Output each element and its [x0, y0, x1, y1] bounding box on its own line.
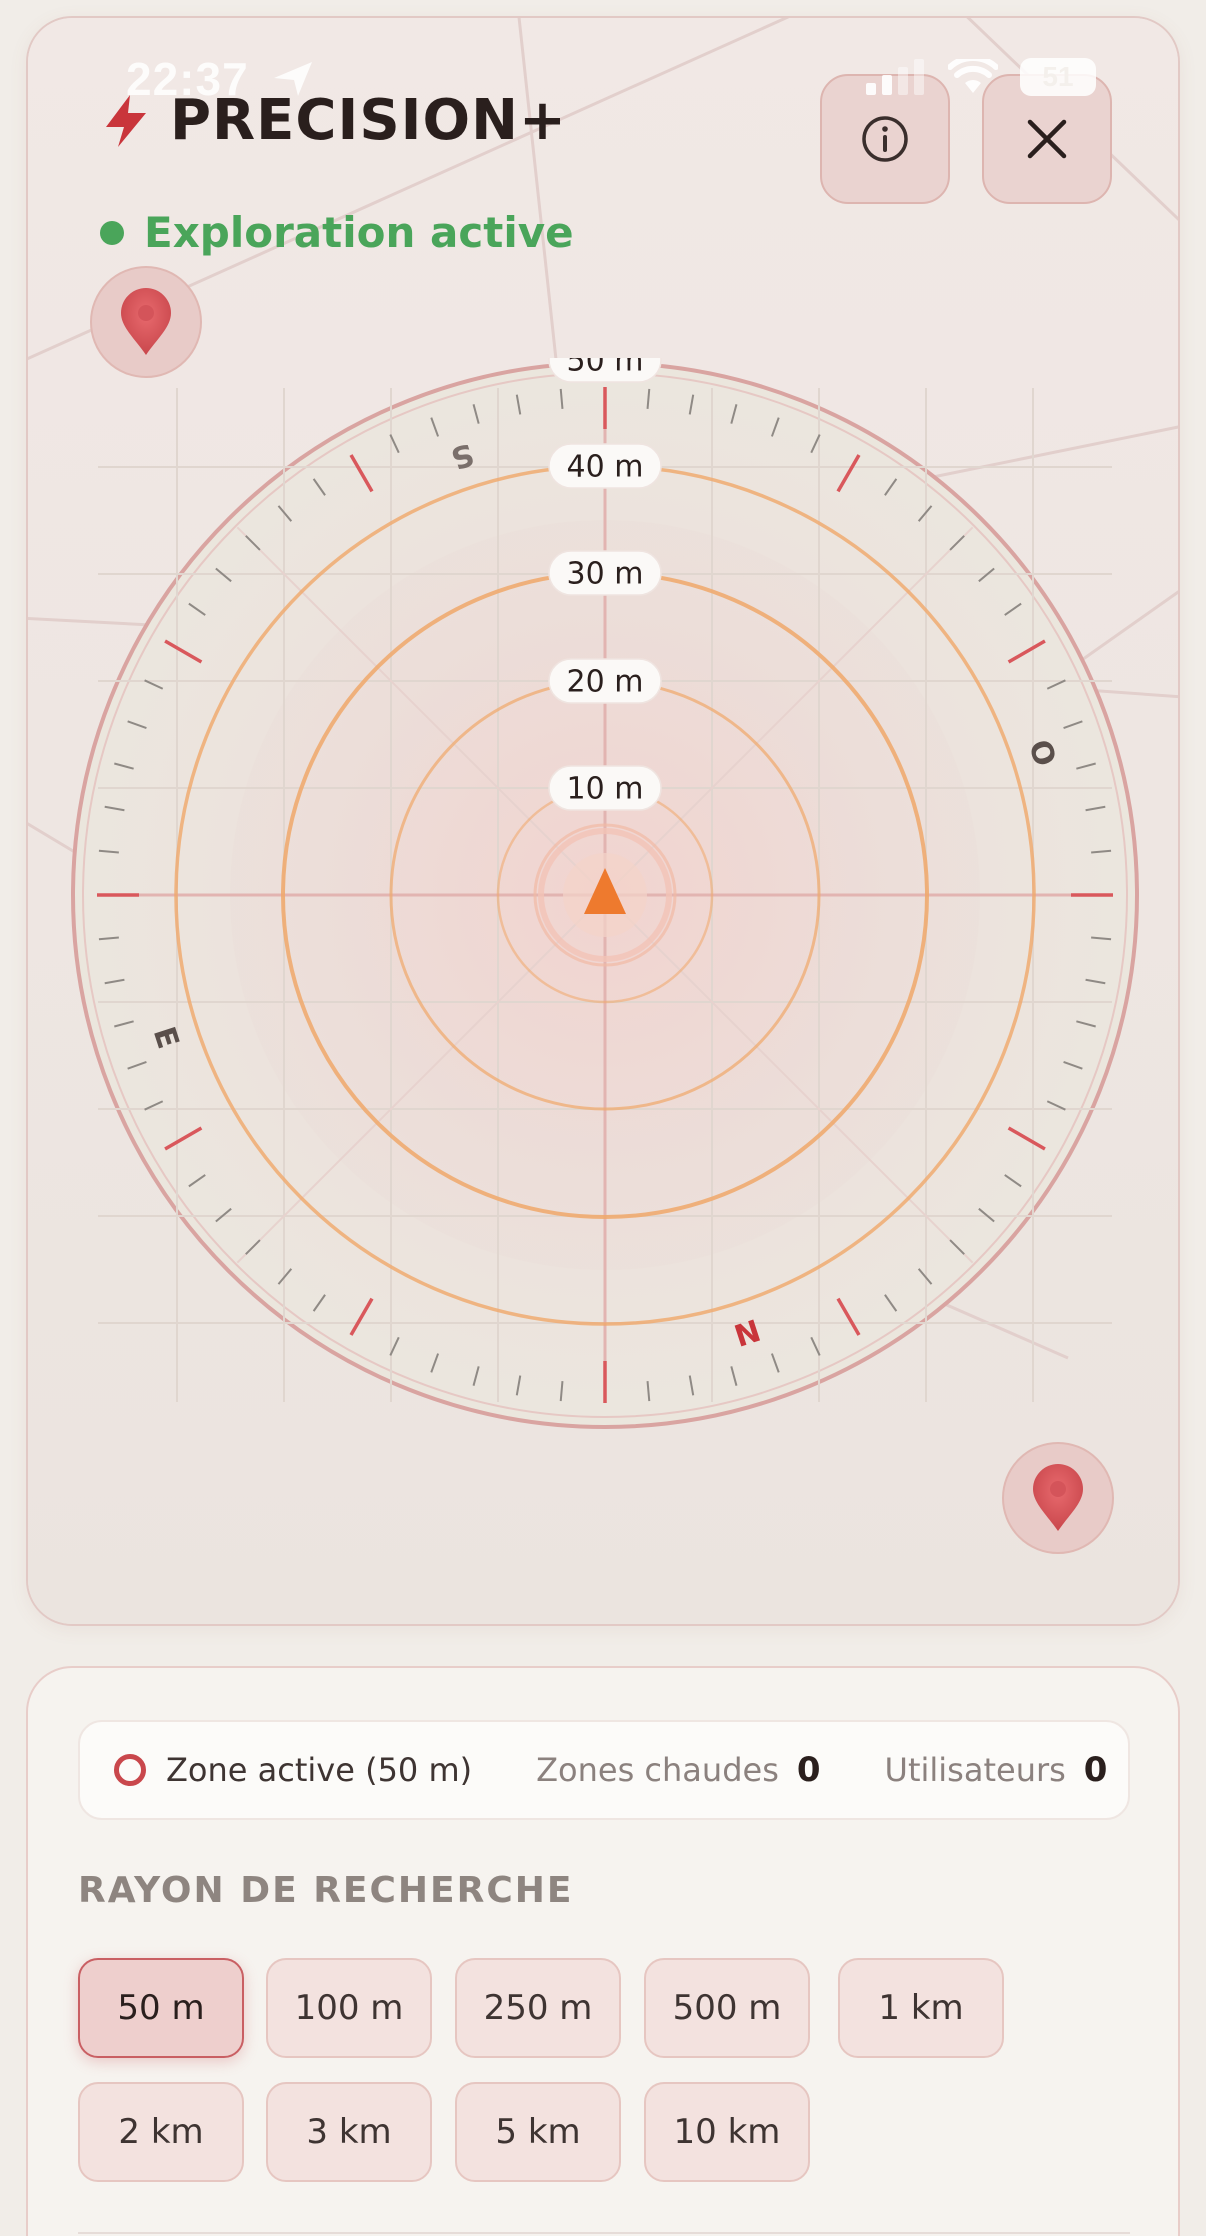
info-button[interactable]	[820, 74, 950, 204]
hot-zones-value: 0	[796, 1750, 821, 1790]
stat-hot-zones: Zones chaudes 0	[536, 1750, 820, 1790]
users-label: Utilisateurs	[884, 1751, 1066, 1789]
map-card[interactable]: PRECISION+ Exploration active N S E O 10…	[26, 16, 1180, 1626]
hot-zones-label: Zones chaudes	[536, 1751, 779, 1789]
status-dot	[100, 220, 124, 245]
app-title: PRECISION+	[170, 88, 567, 153]
svg-text:20 m: 20 m	[567, 665, 644, 700]
ring-label: 30 m	[548, 550, 662, 596]
panel-divider	[78, 2232, 1130, 2234]
stat-zone-active: Zone active (50 m)	[114, 1751, 472, 1789]
close-icon	[1027, 119, 1067, 159]
ring-label: 50 m	[548, 358, 662, 383]
radius-option-1km[interactable]: 1 km	[838, 1958, 1004, 2058]
radius-option-5km[interactable]: 5 km	[455, 2082, 621, 2182]
svg-text:10 m: 10 m	[567, 772, 644, 807]
svg-text:50 m: 50 m	[567, 358, 644, 379]
zone-ring-icon	[114, 1754, 146, 1786]
radius-option-250m[interactable]: 250 m	[455, 1958, 621, 2058]
zone-active-label: Zone active (50 m)	[166, 1751, 473, 1789]
info-icon	[862, 116, 908, 162]
radius-option-500m[interactable]: 500 m	[644, 1958, 810, 2058]
ring-label: 10 m	[548, 765, 662, 811]
stats-bar: Zone active (50 m) Zones chaudes 0 Utili…	[78, 1720, 1130, 1820]
close-button[interactable]	[982, 74, 1112, 204]
search-radius-title: RAYON DE RECHERCHE	[78, 1870, 574, 1911]
svg-text:30 m: 30 m	[567, 557, 644, 592]
radius-option-10km[interactable]: 10 km	[644, 2082, 810, 2182]
users-value: 0	[1083, 1750, 1108, 1790]
lightning-icon	[106, 94, 146, 147]
map-pin-icon	[121, 288, 171, 355]
exploration-status: Exploration active	[100, 208, 574, 257]
svg-text:40 m: 40 m	[567, 450, 644, 485]
ring-label: 40 m	[548, 443, 662, 489]
status-text: Exploration active	[144, 208, 574, 257]
ring-label: 20 m	[548, 658, 662, 704]
radar-compass[interactable]: NSEO 10 m20 m30 m40 m50 m	[68, 358, 1142, 1432]
radius-option-100m[interactable]: 100 m	[266, 1958, 432, 2058]
map-pin-icon	[1033, 1464, 1083, 1531]
radius-option-50m[interactable]: 50 m	[78, 1958, 244, 2058]
map-pin-top-left[interactable]	[90, 266, 202, 378]
map-pin-bottom-right[interactable]	[1002, 1442, 1114, 1554]
stat-users: Utilisateurs 0	[885, 1750, 1108, 1790]
brand: PRECISION+	[100, 88, 567, 153]
radius-option-2km[interactable]: 2 km	[78, 2082, 244, 2182]
control-panel: Zone active (50 m) Zones chaudes 0 Utili…	[26, 1666, 1180, 2236]
radius-option-3km[interactable]: 3 km	[266, 2082, 432, 2182]
